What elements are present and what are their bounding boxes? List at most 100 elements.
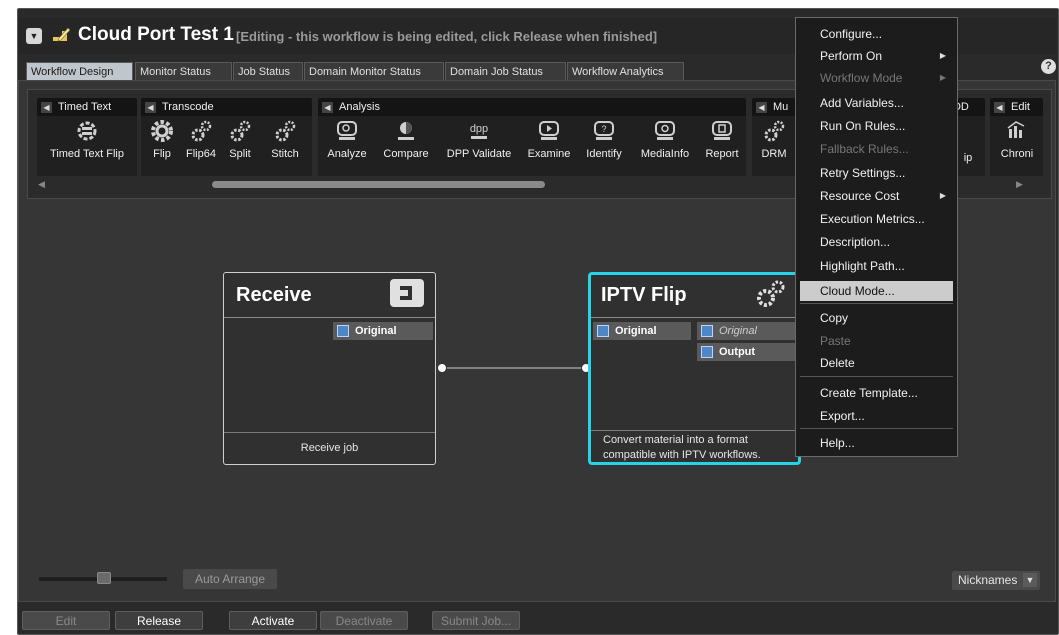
tool-dpp-validate[interactable]: dpp DPP Validate — [440, 118, 518, 160]
tab-domain-monitor-status[interactable]: Domain Monitor Status — [304, 62, 444, 80]
menu-item-cloud-mode[interactable]: Cloud Mode... — [800, 281, 953, 301]
collapse-arrow-icon[interactable]: ◀ — [756, 101, 767, 113]
menu-item-execution-metrics[interactable]: Execution Metrics... — [800, 209, 953, 229]
menu-item-fallback-rules[interactable]: Fallback Rules... — [800, 139, 953, 159]
svg-text:?: ? — [601, 124, 606, 134]
group-label: Edit — [1011, 101, 1030, 113]
menu-item-description[interactable]: Description... — [800, 232, 953, 252]
media-file-icon — [337, 325, 349, 337]
menu-item-retry-settings[interactable]: Retry Settings... — [800, 163, 953, 183]
tool-label: DPP Validate — [446, 148, 512, 160]
group-label: Analysis — [339, 101, 380, 113]
compare-icon — [375, 118, 437, 144]
submit-job-button[interactable]: Submit Job... — [432, 611, 520, 630]
tool-vod-partial[interactable]: ip — [958, 148, 978, 164]
group-label: Mu — [773, 101, 789, 113]
scroll-right-arrow-icon[interactable]: ▶ — [1016, 179, 1023, 190]
receive-node-title: Receive — [236, 284, 312, 306]
identify-icon: ? — [578, 118, 630, 144]
collapse-arrow-icon[interactable]: ◀ — [994, 101, 1005, 113]
port-label: Original — [355, 325, 397, 337]
menu-item-paste[interactable]: Paste — [800, 331, 953, 351]
auto-arrange-button[interactable]: Auto Arrange — [183, 569, 277, 589]
iptv-output-port-original[interactable]: Original — [697, 322, 797, 340]
menu-item-label: Resource Cost — [820, 189, 900, 203]
menu-item-help[interactable]: Help... — [800, 433, 953, 453]
scroll-left-arrow-icon[interactable]: ◀ — [38, 179, 45, 190]
tool-label: Timed Text Flip — [50, 148, 124, 160]
workflow-title: Cloud Port Test 1 — [78, 24, 234, 45]
receive-output-port-original[interactable]: Original — [333, 322, 433, 340]
deactivate-button[interactable]: Deactivate — [320, 611, 408, 630]
receive-icon — [390, 279, 424, 307]
receive-node-description: Receive job — [224, 432, 435, 464]
tool-compare[interactable]: Compare — [375, 118, 437, 160]
media-file-icon — [701, 325, 713, 337]
gears-icon — [224, 118, 256, 144]
media-file-icon — [701, 346, 713, 358]
menu-item-delete[interactable]: Delete — [800, 353, 953, 373]
iptv-output-port-output[interactable]: Output — [697, 343, 797, 361]
svg-text:dpp: dpp — [470, 123, 488, 135]
tool-report[interactable]: Report — [700, 118, 744, 160]
tool-identify[interactable]: ? Identify — [578, 118, 630, 160]
tool-flip[interactable]: Flip — [147, 118, 177, 160]
menu-item-highlight-path[interactable]: Highlight Path... — [800, 256, 953, 276]
iptv-input-port-original[interactable]: Original — [593, 322, 691, 340]
tab-workflow-design[interactable]: Workflow Design — [26, 62, 133, 80]
tab-monitor-status[interactable]: Monitor Status — [135, 62, 232, 80]
tool-chroni[interactable]: Chroni — [992, 118, 1042, 160]
port-label: Original — [719, 325, 757, 337]
tool-split[interactable]: Split — [224, 118, 256, 160]
menu-item-export[interactable]: Export... — [800, 406, 953, 426]
tool-label: Compare — [383, 148, 429, 160]
menu-item-add-variables[interactable]: Add Variables... — [800, 93, 953, 113]
edit-button[interactable]: Edit — [22, 611, 110, 630]
toolbox-group-timed-text[interactable]: ◀ Timed Text — [37, 98, 137, 116]
tool-timed-text-flip[interactable]: Timed Text Flip — [39, 118, 135, 160]
activate-button[interactable]: Activate — [229, 611, 317, 630]
tab-domain-job-status[interactable]: Domain Job Status — [445, 62, 566, 80]
menu-item-copy[interactable]: Copy — [800, 308, 953, 328]
toolbox-group-transcode[interactable]: ◀ Transcode — [141, 98, 312, 116]
tool-drm[interactable]: DRM — [754, 118, 794, 160]
menu-item-workflow-mode[interactable]: Workflow Mode ▶ — [800, 68, 953, 88]
menu-item-label: Perform On — [820, 49, 883, 63]
tool-analyze[interactable]: Analyze — [322, 118, 372, 160]
menu-item-resource-cost[interactable]: Resource Cost ▶ — [800, 186, 953, 206]
nicknames-dropdown[interactable]: Nicknames ▼ — [952, 571, 1040, 590]
help-icon[interactable]: ? — [1041, 59, 1056, 74]
toolbox-scroll-thumb[interactable] — [212, 181, 545, 188]
menu-separator — [800, 376, 953, 377]
collapse-arrow-icon[interactable]: ◀ — [41, 101, 52, 113]
node-connector — [437, 363, 591, 373]
menu-item-label: Workflow Mode — [820, 71, 903, 85]
tool-label: Chroni — [1000, 148, 1034, 160]
media-file-icon — [597, 325, 609, 337]
tool-flip64[interactable]: Flip64 — [182, 118, 220, 160]
toolbox-group-mu[interactable]: ◀ Mu — [752, 98, 796, 116]
collapse-arrow-icon[interactable]: ◀ — [145, 101, 156, 113]
collapse-button[interactable]: ▼ — [26, 28, 42, 44]
menu-item-perform-on[interactable]: Perform On ▶ — [800, 46, 953, 66]
editing-status-note: [Editing - this workflow is being edited… — [236, 29, 658, 44]
chevron-down-icon[interactable]: ▼ — [1023, 573, 1037, 587]
toolbox-group-analysis[interactable]: ◀ Analysis — [318, 98, 746, 116]
tool-examine[interactable]: Examine — [522, 118, 576, 160]
tool-stitch[interactable]: Stitch — [261, 118, 309, 160]
submenu-arrow-icon: ▶ — [939, 51, 946, 60]
tab-workflow-analytics[interactable]: Workflow Analytics — [567, 62, 684, 80]
toolbox-group-edit[interactable]: ◀ Edit — [990, 98, 1043, 116]
gears-icon — [261, 118, 309, 144]
zoom-slider-thumb[interactable] — [97, 572, 111, 584]
submenu-arrow-icon: ▶ — [939, 73, 946, 82]
node-divider — [591, 317, 798, 318]
menu-item-create-template[interactable]: Create Template... — [800, 383, 953, 403]
menu-item-run-on-rules[interactable]: Run On Rules... — [800, 116, 953, 136]
tool-mediainfo[interactable]: MediaInfo — [632, 118, 698, 160]
tab-job-status[interactable]: Job Status — [233, 62, 303, 80]
analyze-icon — [322, 118, 372, 144]
release-button[interactable]: Release — [115, 611, 203, 630]
collapse-arrow-icon[interactable]: ◀ — [322, 101, 333, 113]
menu-item-configure[interactable]: Configure... — [800, 24, 953, 44]
